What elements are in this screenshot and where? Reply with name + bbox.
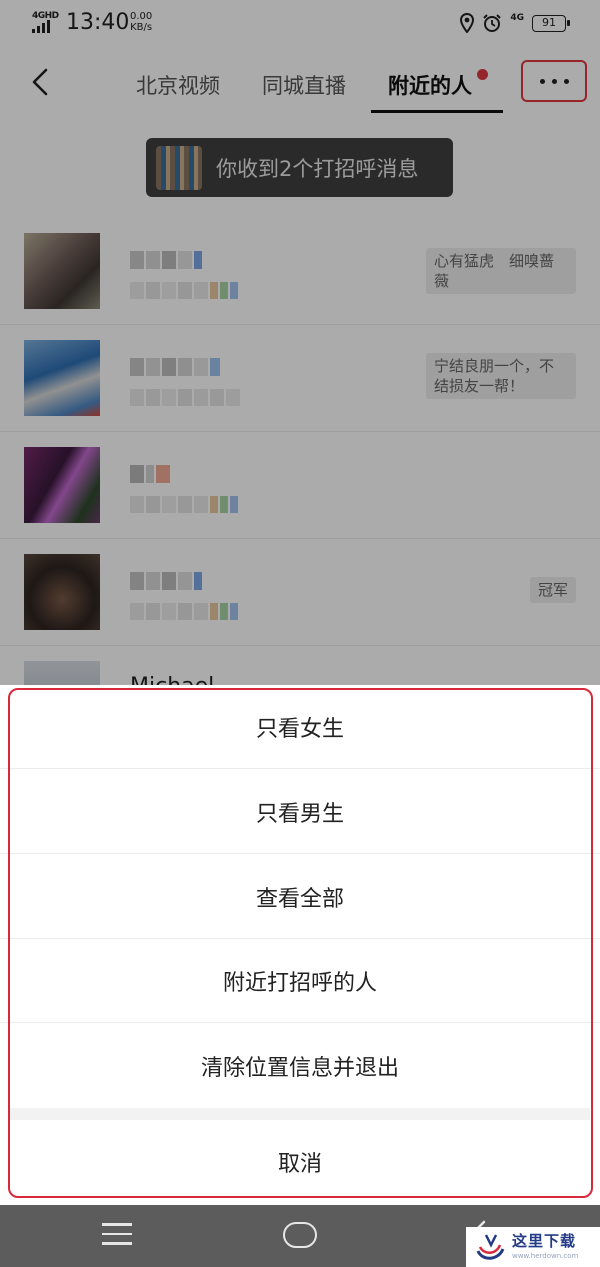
action-sheet: 只看女生 只看男生 查看全部 附近打招呼的人 清除位置信息并退出 取消 (0, 685, 600, 1205)
watermark-logo-icon (476, 1234, 505, 1260)
home-icon[interactable] (283, 1222, 317, 1248)
watermark: 这里下载 www.herdown.com (466, 1227, 600, 1267)
watermark-url: www.herdown.com (512, 1252, 579, 1260)
watermark-text: 这里下载 (512, 1232, 577, 1250)
highlight-frame (8, 688, 593, 1198)
menu-icon[interactable] (102, 1223, 132, 1247)
